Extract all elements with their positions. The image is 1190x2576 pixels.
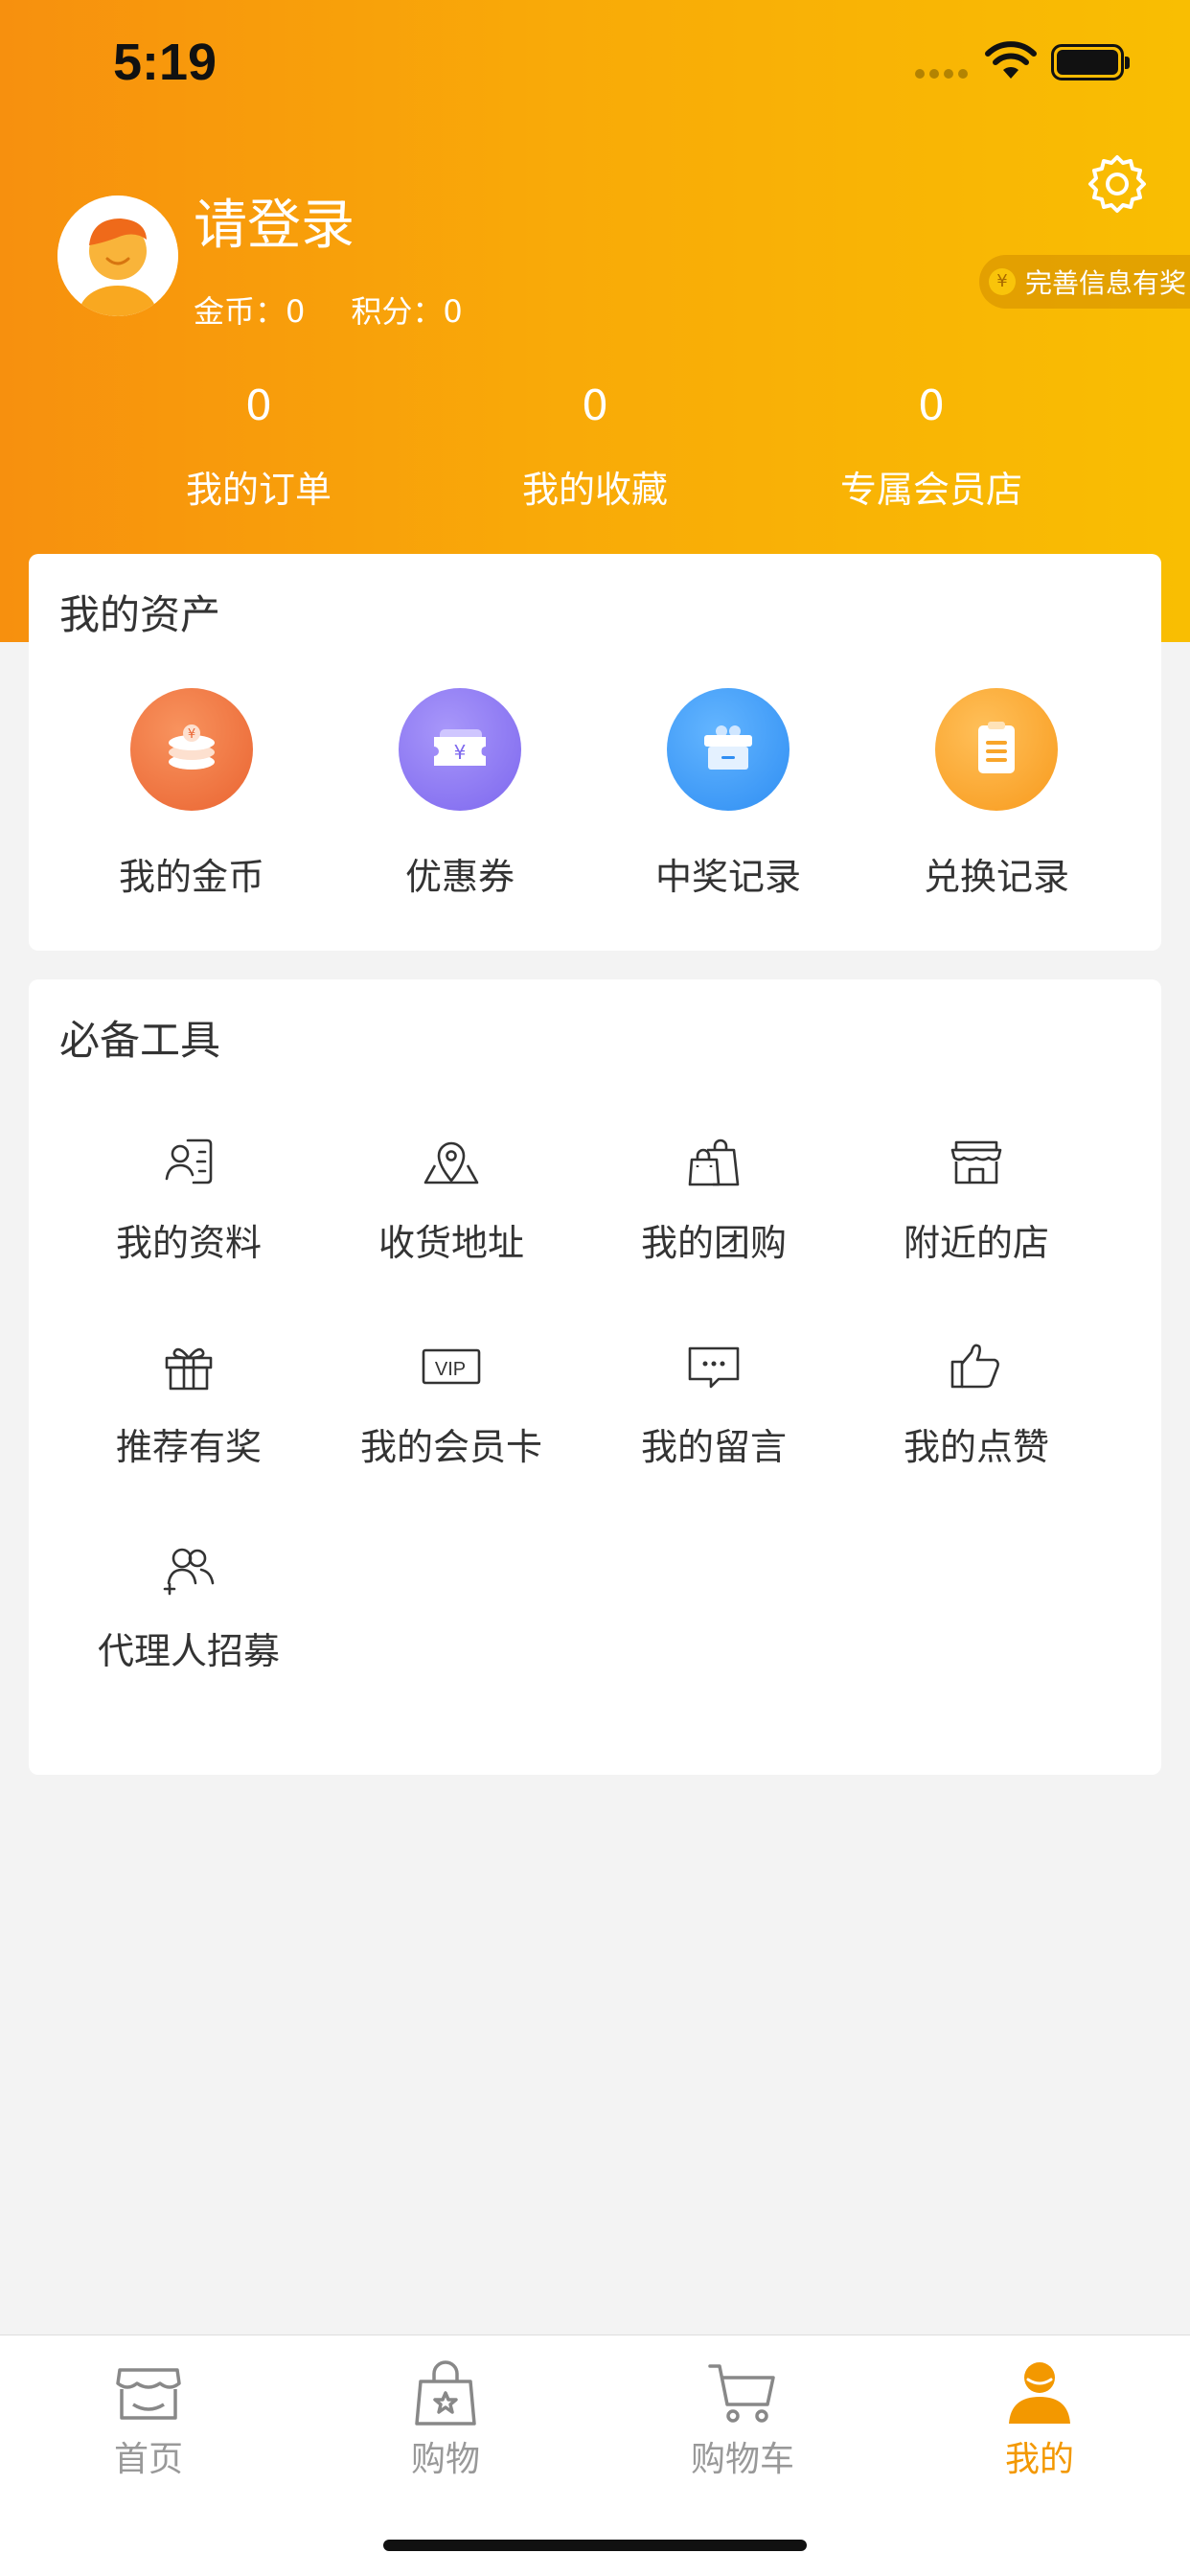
profile-card-icon — [165, 1138, 213, 1184]
stat-value: 0 — [245, 381, 272, 430]
profile-stats: 0 我的订单 0 我的收藏 0 专属会员店 — [96, 381, 1094, 513]
stat-label: 我的收藏 — [521, 469, 668, 511]
home-indicator — [383, 2540, 807, 2551]
coins-points-line: 金币：0 积分：0 — [194, 288, 463, 332]
tool-label: 我的会员卡 — [359, 1426, 542, 1468]
coins-count: 金币：0 — [194, 293, 306, 330]
stat-my-favorites[interactable]: 0 我的收藏 — [432, 381, 758, 513]
tool-group-buy[interactable]: 我的团购 — [583, 1133, 845, 1266]
section-title: 必备工具 — [59, 1017, 221, 1064]
asset-label: 中奖记录 — [654, 856, 801, 898]
my-assets-card: 我的资产 ¥ 我的金币 ¥ 优惠券 中奖记录 兑换记录 — [29, 554, 1161, 951]
cart-icon — [708, 2364, 775, 2423]
stat-label: 专属会员店 — [839, 469, 1022, 511]
tool-referral-reward[interactable]: 推荐有奖 — [57, 1337, 320, 1470]
avatar-illustration-icon — [57, 196, 178, 316]
tab-shopping[interactable]: 购物 — [297, 2335, 594, 2481]
tool-my-likes[interactable]: 我的点赞 — [845, 1337, 1108, 1470]
tool-label: 我的团购 — [640, 1222, 787, 1264]
section-title: 我的资产 — [59, 591, 221, 638]
tab-label: 购物 — [410, 2440, 480, 2479]
coin-icon: ¥ — [989, 268, 1016, 295]
status-time: 5:19 — [113, 34, 217, 91]
add-people-icon — [163, 1548, 215, 1596]
tab-cart[interactable]: 购物车 — [594, 2335, 891, 2481]
shopping-bag-icon — [415, 2360, 476, 2426]
message-icon — [688, 1346, 740, 1389]
signal-icon — [915, 69, 968, 79]
avatar[interactable] — [57, 196, 178, 316]
store-icon — [950, 1140, 1002, 1184]
tool-my-messages[interactable]: 我的留言 — [583, 1337, 845, 1470]
stat-value: 0 — [582, 381, 608, 430]
essential-tools-card: 必备工具 我的资料 收货地址 我的团购 附近的店 推荐有奖 VIP 我的会员卡 … — [29, 979, 1161, 1775]
points-count: 积分：0 — [351, 293, 463, 330]
stat-my-orders[interactable]: 0 我的订单 — [96, 381, 422, 513]
asset-label: 优惠券 — [404, 856, 515, 898]
asset-coupons[interactable]: ¥ 优惠券 — [326, 688, 594, 900]
prize-box-icon — [667, 688, 790, 811]
tab-label: 购物车 — [690, 2440, 794, 2479]
battery-icon — [1051, 44, 1130, 80]
stat-value: 0 — [918, 381, 945, 430]
tool-nearby-stores[interactable]: 附近的店 — [845, 1133, 1108, 1266]
status-bar: 5:19 — [0, 0, 1190, 125]
location-icon — [423, 1141, 479, 1184]
complete-info-reward-badge[interactable]: ¥ 完善信息有奖 — [979, 255, 1190, 309]
tab-label: 我的 — [1004, 2440, 1074, 2479]
home-store-icon — [116, 2368, 181, 2420]
asset-label: 兑换记录 — [923, 856, 1069, 898]
tab-mine[interactable]: 我的 — [891, 2335, 1188, 2481]
tab-label: 首页 — [113, 2440, 183, 2479]
tool-label: 我的留言 — [640, 1426, 787, 1468]
svg-text:¥: ¥ — [454, 741, 467, 764]
coins-icon: ¥ — [130, 688, 253, 811]
vip-card-icon: VIP — [422, 1348, 481, 1385]
tool-label: 附近的店 — [903, 1222, 1049, 1264]
svg-text:VIP: VIP — [435, 1359, 466, 1380]
svg-text:¥: ¥ — [188, 727, 195, 742]
record-icon — [935, 688, 1058, 811]
wifi-icon — [985, 41, 1037, 79]
login-prompt[interactable]: 请登录 — [194, 182, 355, 260]
tab-home[interactable]: 首页 — [0, 2335, 297, 2481]
asset-my-coins[interactable]: ¥ 我的金币 — [57, 688, 326, 900]
settings-gear-icon[interactable] — [1087, 153, 1148, 215]
reward-badge-label: 完善信息有奖 — [1025, 267, 1187, 299]
stat-label: 我的订单 — [185, 469, 332, 511]
gift-icon — [165, 1347, 213, 1391]
tool-label: 收货地址 — [378, 1222, 524, 1264]
tool-shipping-address[interactable]: 收货地址 — [320, 1133, 583, 1266]
tool-label: 推荐有奖 — [115, 1426, 262, 1468]
thumbs-up-icon — [950, 1344, 999, 1389]
tool-agent-recruitment[interactable]: 代理人招募 — [57, 1541, 320, 1674]
asset-label: 我的金币 — [118, 856, 264, 898]
person-icon — [1009, 2362, 1070, 2424]
tool-label: 我的点赞 — [903, 1426, 1049, 1468]
coupon-icon: ¥ — [399, 688, 521, 811]
tool-membership-card[interactable]: VIP 我的会员卡 — [320, 1337, 583, 1470]
tool-label: 我的资料 — [115, 1222, 262, 1264]
shopping-bags-icon — [688, 1138, 740, 1186]
asset-exchange-records[interactable]: 兑换记录 — [862, 688, 1131, 900]
asset-prize-records[interactable]: 中奖记录 — [594, 688, 862, 900]
tool-label: 代理人招募 — [97, 1630, 280, 1672]
tool-my-profile[interactable]: 我的资料 — [57, 1133, 320, 1266]
stat-member-store[interactable]: 0 专属会员店 — [768, 381, 1094, 513]
